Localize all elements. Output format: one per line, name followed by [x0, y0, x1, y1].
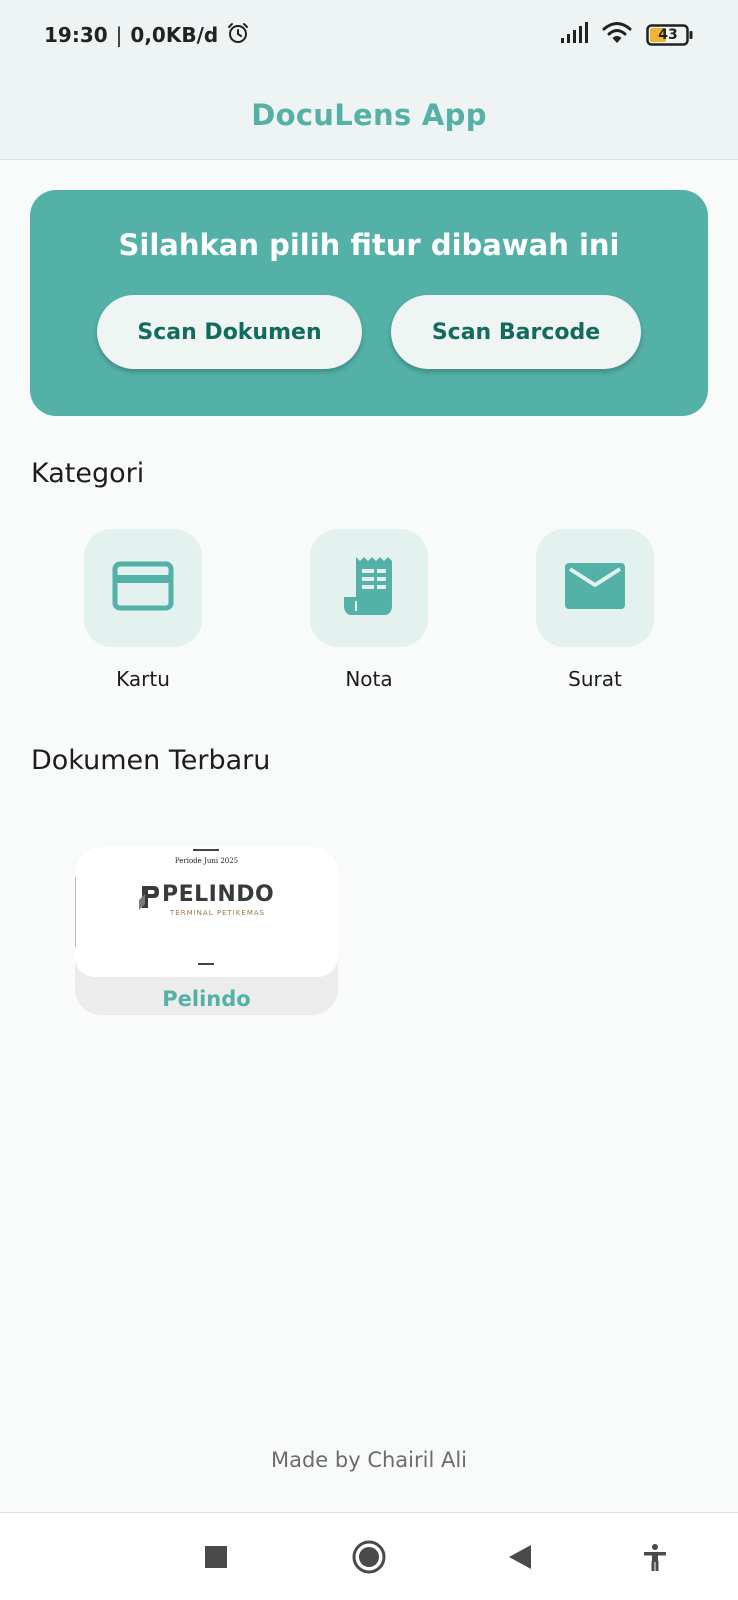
accessibility-icon[interactable] [633, 1535, 677, 1579]
category-kartu[interactable]: Kartu [84, 529, 202, 691]
status-speed: 0,0KB/d [130, 23, 219, 47]
feature-card: Silahkan pilih fitur dibawah ini Scan Do… [30, 190, 708, 416]
footer-credit: Made by Chairil Ali [270, 1448, 468, 1472]
status-right: 43 [560, 21, 694, 49]
recent-documents-title: Dokumen Terbaru [31, 745, 271, 776]
category-kartu-label: Kartu [116, 667, 170, 691]
app-title: DocuLens App [251, 97, 487, 132]
status-separator: | [115, 23, 123, 47]
back-icon[interactable] [498, 1535, 542, 1579]
receipt-icon [340, 555, 398, 621]
pelindo-logo-icon [138, 884, 160, 914]
category-surat-label: Surat [568, 667, 622, 691]
status-time: 19:30 [44, 23, 108, 47]
category-kartu-box[interactable] [84, 529, 202, 647]
recents-icon[interactable] [194, 1535, 238, 1579]
signal-icon [560, 22, 588, 48]
thumbnail-logo-text: PELINDO [162, 882, 275, 907]
status-left: 19:30 | 0,0KB/d [44, 21, 250, 50]
document-card-label: Pelindo [162, 987, 251, 1011]
thumbnail-header-rule [193, 849, 219, 851]
feature-card-title: Silahkan pilih fitur dibawah ini [118, 228, 620, 262]
home-icon[interactable] [347, 1535, 391, 1579]
category-surat[interactable]: Surat [536, 529, 654, 691]
navigation-bar [0, 1512, 738, 1600]
wifi-icon [602, 21, 632, 49]
alarm-icon [226, 21, 250, 50]
battery-level: 43 [658, 27, 678, 43]
category-surat-box[interactable] [536, 529, 654, 647]
thumbnail-left-edge [75, 877, 76, 947]
document-thumbnail[interactable]: Periode Juni 2025 PELINDO TERMINAL PETIK… [75, 847, 338, 977]
thumbnail-footer-rule [198, 963, 214, 965]
card-icon [112, 561, 174, 615]
thumbnail-logo-subtext: TERMINAL PETIKEMAS [170, 909, 266, 917]
scan-document-button[interactable]: Scan Dokumen [97, 295, 362, 369]
category-nota-box[interactable] [310, 529, 428, 647]
status-bar: 19:30 | 0,0KB/d 43 [0, 0, 738, 70]
scan-barcode-button[interactable]: Scan Barcode [391, 295, 641, 369]
battery-icon: 43 [646, 24, 694, 46]
category-nota-label: Nota [345, 667, 393, 691]
thumbnail-heading: Periode Juni 2025 [174, 857, 239, 865]
kategori-title: Kategori [31, 458, 145, 489]
category-nota[interactable]: Nota [310, 529, 428, 691]
document-card[interactable]: Periode Juni 2025 PELINDO TERMINAL PETIK… [75, 847, 338, 1015]
mail-icon [564, 562, 626, 614]
app-bar: DocuLens App [0, 70, 738, 160]
